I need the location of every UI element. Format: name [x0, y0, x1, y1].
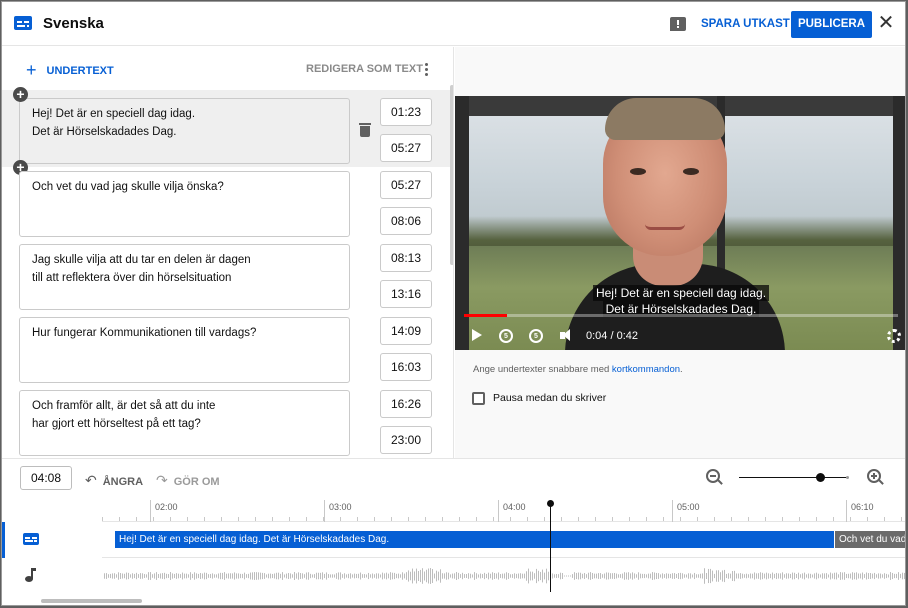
cue-end-2[interactable]: 08:06 [380, 207, 432, 235]
play-icon[interactable] [472, 329, 482, 341]
ruler-tick: 05:00 [672, 500, 700, 522]
zoom-in-icon[interactable] [867, 469, 881, 483]
cue-start-2[interactable]: 05:27 [380, 171, 432, 199]
cue-start-3[interactable]: 08:13 [380, 244, 432, 272]
time-ruler[interactable]: 02:00 03:00 04:00 05:00 06:10 [102, 500, 905, 522]
video-player[interactable]: Hej! Det är en speciell dag idag. Det är… [455, 96, 905, 350]
subtitles-icon [23, 533, 39, 545]
cue-start-5[interactable]: 16:26 [380, 390, 432, 418]
pause-while-typing-checkbox[interactable] [472, 392, 485, 405]
rewind-icon[interactable]: 5 [499, 329, 513, 343]
video-progress-bar[interactable] [464, 314, 898, 317]
redo-icon: ↷ [156, 472, 168, 488]
undo-button[interactable]: ↶ ÅNGRA [85, 472, 143, 489]
forward-icon[interactable]: 5 [529, 329, 543, 343]
subtitle-cue-4: Hur fungerar Kommunikationen till vardag… [2, 317, 450, 390]
cue-text-3[interactable]: Jag skulle vilja att du tar en delen är … [19, 244, 350, 310]
audio-track [2, 558, 905, 594]
subtitle-cue-2: Och vet du vad jag skulle vilja önska? 0… [2, 171, 450, 244]
plus-icon: + [26, 59, 37, 80]
subtitle-cue-5: Och framför allt, är det så att du inte … [2, 390, 450, 458]
zoom-slider[interactable] [739, 477, 847, 478]
subtitle-cue-1: Hej! Det är en speciell dag idag. Det är… [2, 90, 450, 167]
cue-end-4[interactable]: 16:03 [380, 353, 432, 381]
cue-text-2[interactable]: Och vet du vad jag skulle vilja önska? [19, 171, 350, 237]
video-time: 0:04 / 0:42 [586, 330, 638, 342]
subtitle-editor-dialog: Svenska SPARA UTKAST PUBLICERA ✕ + UNDERT… [1, 1, 906, 606]
audio-track-label [2, 558, 102, 594]
add-subtitle-button[interactable]: + UNDERTEXT [26, 59, 114, 81]
subtitle-track-label [2, 522, 102, 558]
pause-while-typing-label: Pausa medan du skriver [493, 392, 607, 404]
page-title: Svenska [43, 15, 104, 32]
undo-icon: ↶ [85, 472, 97, 488]
subtitle-list-panel: + UNDERTEXT REDIGERA SOM TEXT Hej! Det är… [2, 47, 454, 458]
caption-line-1: Hej! Det är en speciell dag idag. [592, 285, 770, 301]
shortcut-tip: Ange undertexter snabbare med kortkomman… [473, 364, 683, 375]
ruler-tick: 02:00 [150, 500, 178, 522]
shortcuts-link[interactable]: kortkommandon [612, 364, 680, 375]
edit-as-text-button[interactable]: REDIGERA SOM TEXT [306, 63, 423, 75]
audio-waveform [104, 568, 905, 584]
publish-button[interactable]: PUBLICERA [791, 11, 872, 38]
subtitle-segment[interactable]: Och vet du vad ja [835, 531, 905, 548]
playhead[interactable] [550, 501, 551, 592]
timeline-panel: 04:08 ↶ ÅNGRA ↷ GÖR OM 02:00 03:00 04:00 0… [2, 458, 905, 605]
progress-fill [464, 314, 508, 317]
zoom-out-icon[interactable] [706, 469, 720, 483]
save-draft-button[interactable]: SPARA UTKAST [695, 11, 796, 37]
subtitles-icon [14, 16, 32, 30]
cue-text-4[interactable]: Hur fungerar Kommunikationen till vardag… [19, 317, 350, 383]
timeline-scrollbar[interactable] [41, 599, 142, 603]
cue-start-1[interactable]: 01:23 [380, 98, 432, 126]
cue-start-4[interactable]: 14:09 [380, 317, 432, 345]
feedback-icon[interactable] [670, 17, 686, 31]
current-time-field[interactable]: 04:08 [20, 466, 72, 490]
cue-text-5[interactable]: Och framför allt, är det så att du inte … [19, 390, 350, 456]
cue-end-1[interactable]: 05:27 [380, 134, 432, 162]
zoom-slider-thumb[interactable] [816, 473, 825, 482]
redo-button[interactable]: ↷ GÖR OM [156, 472, 220, 489]
video-caption: Hej! Det är en speciell dag idag. Det är… [455, 285, 905, 317]
gear-icon[interactable] [887, 329, 901, 343]
subtitle-cue-3: Jag skulle vilja att du tar en delen är … [2, 244, 450, 317]
playhead-handle[interactable] [547, 500, 554, 507]
delete-icon[interactable] [359, 123, 371, 137]
cue-end-5[interactable]: 23:00 [380, 426, 432, 454]
video-panel: Hej! Det är en speciell dag idag. Det är… [455, 47, 905, 458]
subtitle-segment[interactable]: Hej! Det är en speciell dag idag. Det är… [115, 531, 834, 548]
ruler-tick: 03:00 [324, 500, 352, 522]
cue-end-3[interactable]: 13:16 [380, 280, 432, 308]
insert-cue-icon[interactable]: + [13, 87, 28, 102]
ruler-tick: 04:00 [498, 500, 526, 522]
subtitle-track: Hej! Det är en speciell dag idag. Det är… [2, 522, 905, 558]
volume-icon[interactable] [560, 328, 576, 344]
add-subtitle-label: UNDERTEXT [46, 65, 114, 77]
cue-text-1[interactable]: Hej! Det är en speciell dag idag. Det är… [19, 98, 350, 164]
more-vert-icon[interactable] [423, 62, 429, 78]
list-scrollbar[interactable] [450, 85, 453, 265]
music-note-icon [24, 568, 36, 582]
header: Svenska SPARA UTKAST PUBLICERA ✕ [2, 2, 905, 46]
close-icon[interactable]: ✕ [875, 12, 897, 34]
video-controls: 5 5 0:04 / 0:42 [455, 324, 905, 348]
